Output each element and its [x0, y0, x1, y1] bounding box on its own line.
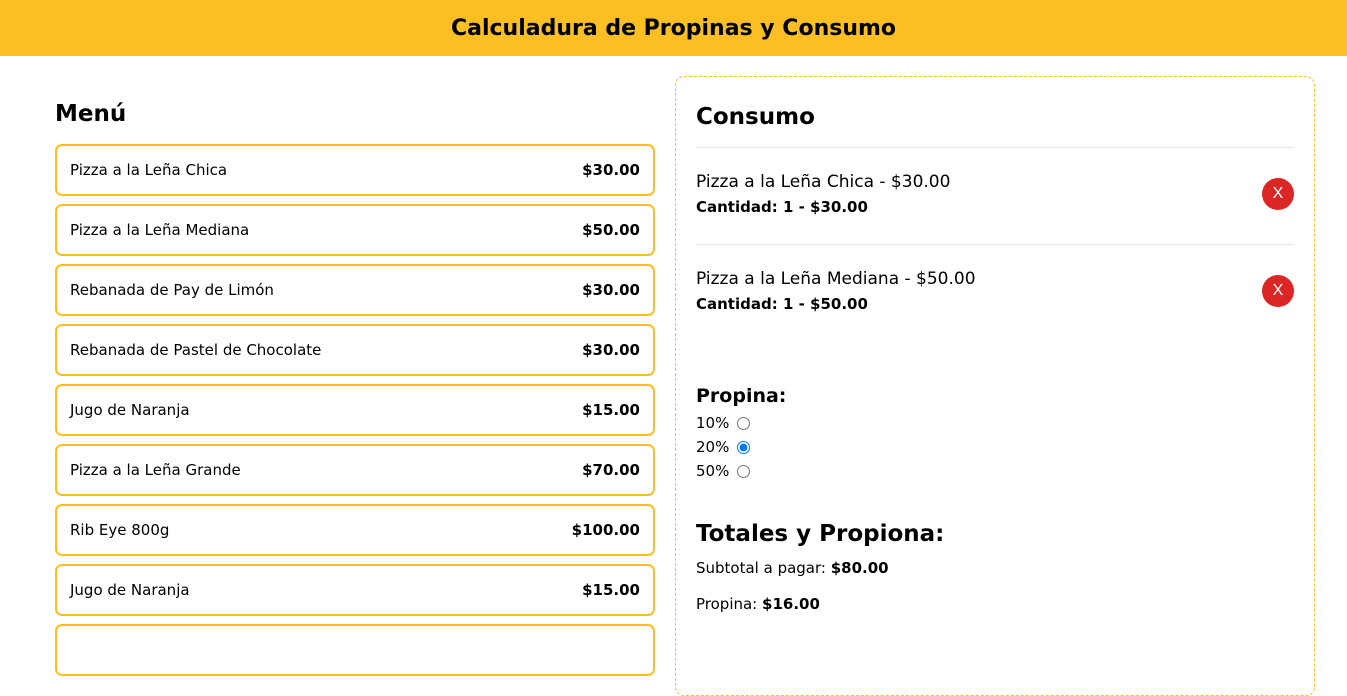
tip-amount-label: Propina:: [696, 595, 763, 613]
menu-item-name: Pizza a la Leña Chica: [70, 161, 228, 179]
remove-item-button[interactable]: X: [1262, 178, 1294, 210]
menu-item-name: Pizza a la Leña Grande: [70, 461, 241, 479]
order-item: Pizza a la Leña Mediana - $50.00 Cantida…: [696, 244, 1294, 341]
tip-amount-value: $16.00: [762, 595, 820, 613]
order-item-quantity: Cantidad: 1 - $30.00: [696, 198, 868, 216]
tip-option-50[interactable]: 50%: [696, 459, 1294, 483]
menu-item[interactable]: Rebanada de Pastel de Chocolate $30.00: [55, 324, 655, 376]
menu-item-name: Rebanada de Pastel de Chocolate: [70, 341, 322, 359]
menu-title: Menú: [55, 101, 127, 127]
consumo-panel: Consumo Pizza a la Leña Chica - $30.00 C…: [675, 76, 1315, 696]
menu-item-price: $15.00: [582, 401, 640, 419]
order-item-info: Pizza a la Leña Chica - $30.00 Cantidad:…: [696, 172, 950, 216]
menu-item[interactable]: Rebanada de Pay de Limón $30.00: [55, 264, 655, 316]
menu-item-name: Jugo de Naranja: [70, 401, 190, 419]
tip-option-20[interactable]: 20%: [696, 435, 1294, 459]
order-item: Pizza a la Leña Chica - $30.00 Cantidad:…: [696, 147, 1294, 244]
order-item-name-price: Pizza a la Leña Chica - $30.00: [696, 172, 951, 192]
tip-option-label: 50%: [696, 462, 730, 480]
order-item-name-price: Pizza a la Leña Mediana - $50.00: [696, 269, 976, 289]
menu-section: Menú Pizza a la Leña Chica $30.00 Pizza …: [55, 100, 655, 684]
menu-item-price: $70.00: [582, 461, 640, 479]
menu-item-name: Rebanada de Pay de Limón: [70, 281, 274, 299]
subtotal-value: $80.00: [830, 559, 889, 577]
consumo-title: Consumo: [696, 104, 815, 130]
menu-item[interactable]: Rib Eye 800g $100.00: [55, 504, 655, 556]
subtotal-label: Subtotal a pagar:: [696, 559, 831, 577]
app-header: Calculadura de Propinas y Consumo: [0, 0, 1347, 56]
tip-option-10[interactable]: 10%: [696, 411, 1294, 435]
order-item-quantity: Cantidad: 1 - $50.00: [696, 295, 868, 313]
tip-option-label: 10%: [696, 414, 730, 432]
menu-item-price: $30.00: [582, 161, 640, 179]
subtotal-row: Subtotal a pagar: $80.00: [696, 559, 1294, 577]
menu-item[interactable]: Pizza a la Leña Grande $70.00: [55, 444, 655, 496]
order-item-info: Pizza a la Leña Mediana - $50.00 Cantida…: [696, 269, 976, 313]
menu-item[interactable]: Pizza a la Leña Chica $30.00: [55, 144, 655, 196]
menu-list: Pizza a la Leña Chica $30.00 Pizza a la …: [55, 144, 655, 676]
tip-amount-row: Propina: $16.00: [696, 595, 1294, 613]
page-title: Calculadura de Propinas y Consumo: [450, 15, 897, 41]
remove-item-button[interactable]: X: [1262, 275, 1294, 307]
menu-item-price: $15.00: [582, 581, 640, 599]
menu-item[interactable]: Jugo de Naranja $15.00: [55, 564, 655, 616]
menu-item-price: $100.00: [571, 521, 640, 539]
menu-item-price: $30.00: [582, 341, 640, 359]
menu-item-name: Pizza a la Leña Mediana: [70, 221, 250, 239]
tip-title: Propina:: [696, 385, 787, 407]
menu-item-price: $30.00: [582, 281, 640, 299]
menu-item-name: Rib Eye 800g: [70, 521, 170, 539]
tip-section: Propina: 10% 20% 50%: [696, 385, 1294, 483]
menu-item[interactable]: [55, 624, 655, 676]
totals-title: Totales y Propiona:: [696, 521, 945, 547]
tip-radio-20[interactable]: [737, 440, 751, 454]
tip-radio-50[interactable]: [737, 464, 751, 478]
menu-item[interactable]: Pizza a la Leña Mediana $50.00: [55, 204, 655, 256]
totals-section: Totales y Propiona: Subtotal a pagar: $8…: [696, 521, 1294, 613]
menu-item-name: Jugo de Naranja: [70, 581, 190, 599]
tip-option-label: 20%: [696, 438, 730, 456]
tip-radio-10[interactable]: [737, 416, 751, 430]
menu-item[interactable]: Jugo de Naranja $15.00: [55, 384, 655, 436]
menu-item-price: $50.00: [582, 221, 640, 239]
